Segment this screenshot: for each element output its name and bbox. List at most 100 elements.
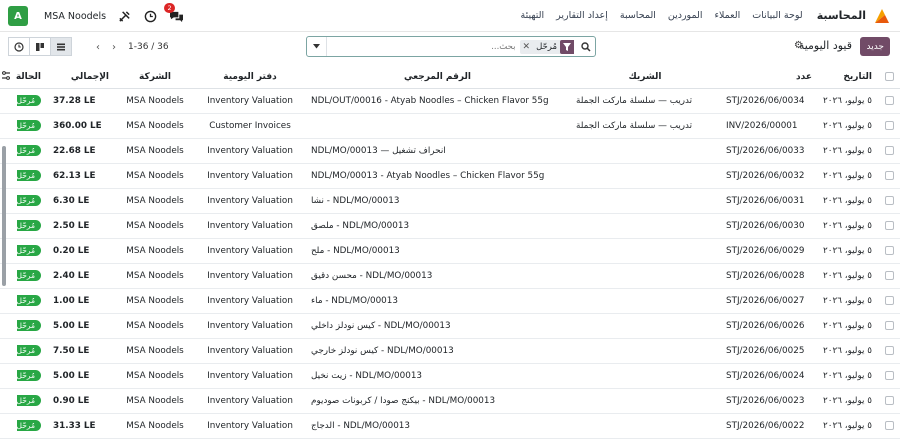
cell-number: STJ/2026/06/0030: [720, 213, 818, 239]
cell-state: مُرحّل: [17, 138, 47, 164]
table-row[interactable]: ٥ يوليو، ٢٠٢٦ STJ/2026/06/0023 NDL/MO/0001…: [0, 388, 900, 414]
table-row[interactable]: ٥ يوليو، ٢٠٢٦ STJ/2026/06/0029 NDL/MO/0001…: [0, 238, 900, 264]
table-row[interactable]: ٥ يوليو، ٢٠٢٦ STJ/2026/06/0031 NDL/MO/0001…: [0, 188, 900, 214]
search-icon[interactable]: [577, 37, 595, 56]
kanban-view-icon[interactable]: [29, 37, 51, 56]
row-checkbox[interactable]: [878, 238, 900, 264]
cell-state: مُرحّل: [17, 163, 47, 189]
chat-icon[interactable]: 2: [164, 3, 184, 24]
column-header-reference[interactable]: الرقم المرجعي: [305, 66, 570, 89]
table-row[interactable]: ٥ يوليو، ٢٠٢٦ STJ/2026/06/0032 NDL/MO/0001…: [0, 163, 900, 189]
cell-date: ٥ يوليو، ٢٠٢٦: [818, 88, 878, 114]
clock-icon[interactable]: [8, 37, 30, 56]
row-checkbox[interactable]: [878, 188, 900, 214]
tools-icon[interactable]: [116, 8, 132, 24]
cell-partner: [570, 363, 720, 389]
row-checkbox[interactable]: [878, 363, 900, 389]
total-value: 37.28 LE: [53, 95, 96, 106]
clock-icon[interactable]: [142, 8, 158, 24]
chevron-left-icon[interactable]: ‹: [90, 40, 106, 54]
row-checkbox[interactable]: [878, 213, 900, 239]
row-checkbox[interactable]: [878, 338, 900, 364]
table-row[interactable]: ٥ يوليو، ٢٠٢٦ STJ/2026/06/0025 NDL/MO/0001…: [0, 338, 900, 364]
new-button[interactable]: جديد: [860, 37, 890, 56]
cell-journal: Inventory Valuation: [195, 138, 305, 164]
cell-total: 5.00 LE: [47, 313, 115, 339]
table-row[interactable]: ٥ يوليو، ٢٠٢٦ STJ/2026/06/0034 تدريب — سلس…: [0, 88, 900, 114]
close-icon[interactable]: ✕: [520, 42, 534, 52]
table-row[interactable]: ٥ يوليو، ٢٠٢٦ STJ/2026/06/0030 NDL/MO/0001…: [0, 213, 900, 239]
cell-date: ٥ يوليو، ٢٠٢٦: [818, 138, 878, 164]
column-header-journal[interactable]: دفتر اليومية: [195, 66, 305, 89]
column-header-partner[interactable]: الشريك: [570, 66, 720, 89]
cell-number: STJ/2026/06/0023: [720, 388, 818, 414]
search-dropdown-toggle[interactable]: [307, 37, 327, 56]
accounting-app-icon[interactable]: [872, 6, 892, 26]
user-avatar[interactable]: A: [8, 6, 28, 26]
date-text: ٥ يوليو، ٢٠٢٦: [823, 220, 872, 231]
row-checkbox[interactable]: [878, 388, 900, 414]
company-switcher[interactable]: MSA Noodels: [44, 11, 106, 22]
cell-total: 2.40 LE: [47, 263, 115, 289]
row-checkbox[interactable]: [878, 113, 900, 139]
row-checkbox[interactable]: [878, 263, 900, 289]
column-header-total[interactable]: الإجمالي: [47, 66, 115, 89]
row-checkbox[interactable]: [878, 413, 900, 439]
cell-company: MSA Noodels: [115, 288, 195, 314]
table-row[interactable]: ٥ يوليو، ٢٠٢٦ STJ/2026/06/0027 NDL/MO/0001…: [0, 288, 900, 314]
column-settings-icon[interactable]: [0, 66, 17, 89]
table-row[interactable]: ٥ يوليو، ٢٠٢٦ INV/2026/00001 تدريب — سلسلة…: [0, 113, 900, 139]
cell-partner: تدريب — سلسلة ماركت الجملة: [570, 88, 720, 114]
menu-item-configuration[interactable]: التهيئة: [521, 10, 545, 21]
pager-value[interactable]: 1-36 / 36: [128, 42, 169, 52]
menu-item-vendors[interactable]: الموردين: [668, 10, 703, 21]
select-all-checkbox[interactable]: [878, 66, 900, 89]
cell-total: 7.50 LE: [47, 338, 115, 364]
app-name[interactable]: المحاسبة: [817, 9, 866, 22]
column-header-date[interactable]: التاريخ: [818, 66, 878, 89]
menu-item-customers[interactable]: العملاء: [715, 10, 741, 21]
total-value: 0.90 LE: [53, 395, 90, 406]
row-checkbox[interactable]: [878, 313, 900, 339]
cell-company: MSA Noodels: [115, 213, 195, 239]
row-checkbox[interactable]: [878, 288, 900, 314]
table-row[interactable]: ٥ يوليو، ٢٠٢٦ STJ/2026/06/0024 NDL/MO/0001…: [0, 363, 900, 389]
row-checkbox[interactable]: [878, 163, 900, 189]
cell-journal: Inventory Valuation: [195, 313, 305, 339]
cell-date: ٥ يوليو، ٢٠٢٦: [818, 113, 878, 139]
chevron-right-icon[interactable]: ›: [106, 40, 122, 54]
cell-total: 62.13 LE: [47, 163, 115, 189]
search-input[interactable]: [327, 38, 520, 55]
cell-date: ٥ يوليو، ٢٠٢٦: [818, 213, 878, 239]
date-text: ٥ يوليو، ٢٠٢٦: [823, 120, 872, 131]
table-row[interactable]: ٥ يوليو، ٢٠٢٦ STJ/2026/06/0033 انحراف تشغي…: [0, 138, 900, 164]
status-badge: مُرحّل: [17, 170, 41, 181]
table-row[interactable]: ٥ يوليو، ٢٠٢٦ STJ/2026/06/0022 NDL/MO/0001…: [0, 413, 900, 439]
gear-icon[interactable]: ⚙: [794, 40, 803, 51]
column-header-company[interactable]: الشركة: [115, 66, 195, 89]
menu-item-reporting[interactable]: إعداد التقارير: [556, 10, 608, 21]
table-row[interactable]: ٥ يوليو، ٢٠٢٦ STJ/2026/06/0028 NDL/MO/0001…: [0, 263, 900, 289]
page-title[interactable]: قيود اليومية: [799, 39, 852, 52]
date-text: ٥ يوليو، ٢٠٢٦: [823, 170, 872, 181]
total-value: 1.00 LE: [53, 295, 90, 306]
row-checkbox[interactable]: [878, 138, 900, 164]
cell-state: مُرحّل: [17, 88, 47, 114]
total-value: 7.50 LE: [53, 345, 90, 356]
cell-company: MSA Noodels: [115, 413, 195, 439]
column-header-number[interactable]: عدد: [720, 66, 818, 89]
row-checkbox[interactable]: [878, 88, 900, 114]
cell-date: ٥ يوليو، ٢٠٢٦: [818, 163, 878, 189]
total-value: 31.33 LE: [53, 420, 96, 431]
menu-item-accounting[interactable]: المحاسبة: [620, 10, 656, 21]
cell-journal: Inventory Valuation: [195, 338, 305, 364]
table-row[interactable]: ٥ يوليو، ٢٠٢٦ STJ/2026/06/0026 NDL/MO/0001…: [0, 313, 900, 339]
menu-item-dashboard[interactable]: لوحة البيانات: [752, 10, 802, 21]
cell-number: STJ/2026/06/0033: [720, 138, 818, 164]
column-header-state[interactable]: الحالة: [16, 66, 47, 89]
vertical-scrollbar[interactable]: [2, 146, 6, 286]
cell-empty: [0, 288, 17, 314]
cell-state: مُرحّل: [17, 313, 47, 339]
cell-date: ٥ يوليو، ٢٠٢٦: [818, 238, 878, 264]
list-view-icon[interactable]: [50, 37, 72, 56]
